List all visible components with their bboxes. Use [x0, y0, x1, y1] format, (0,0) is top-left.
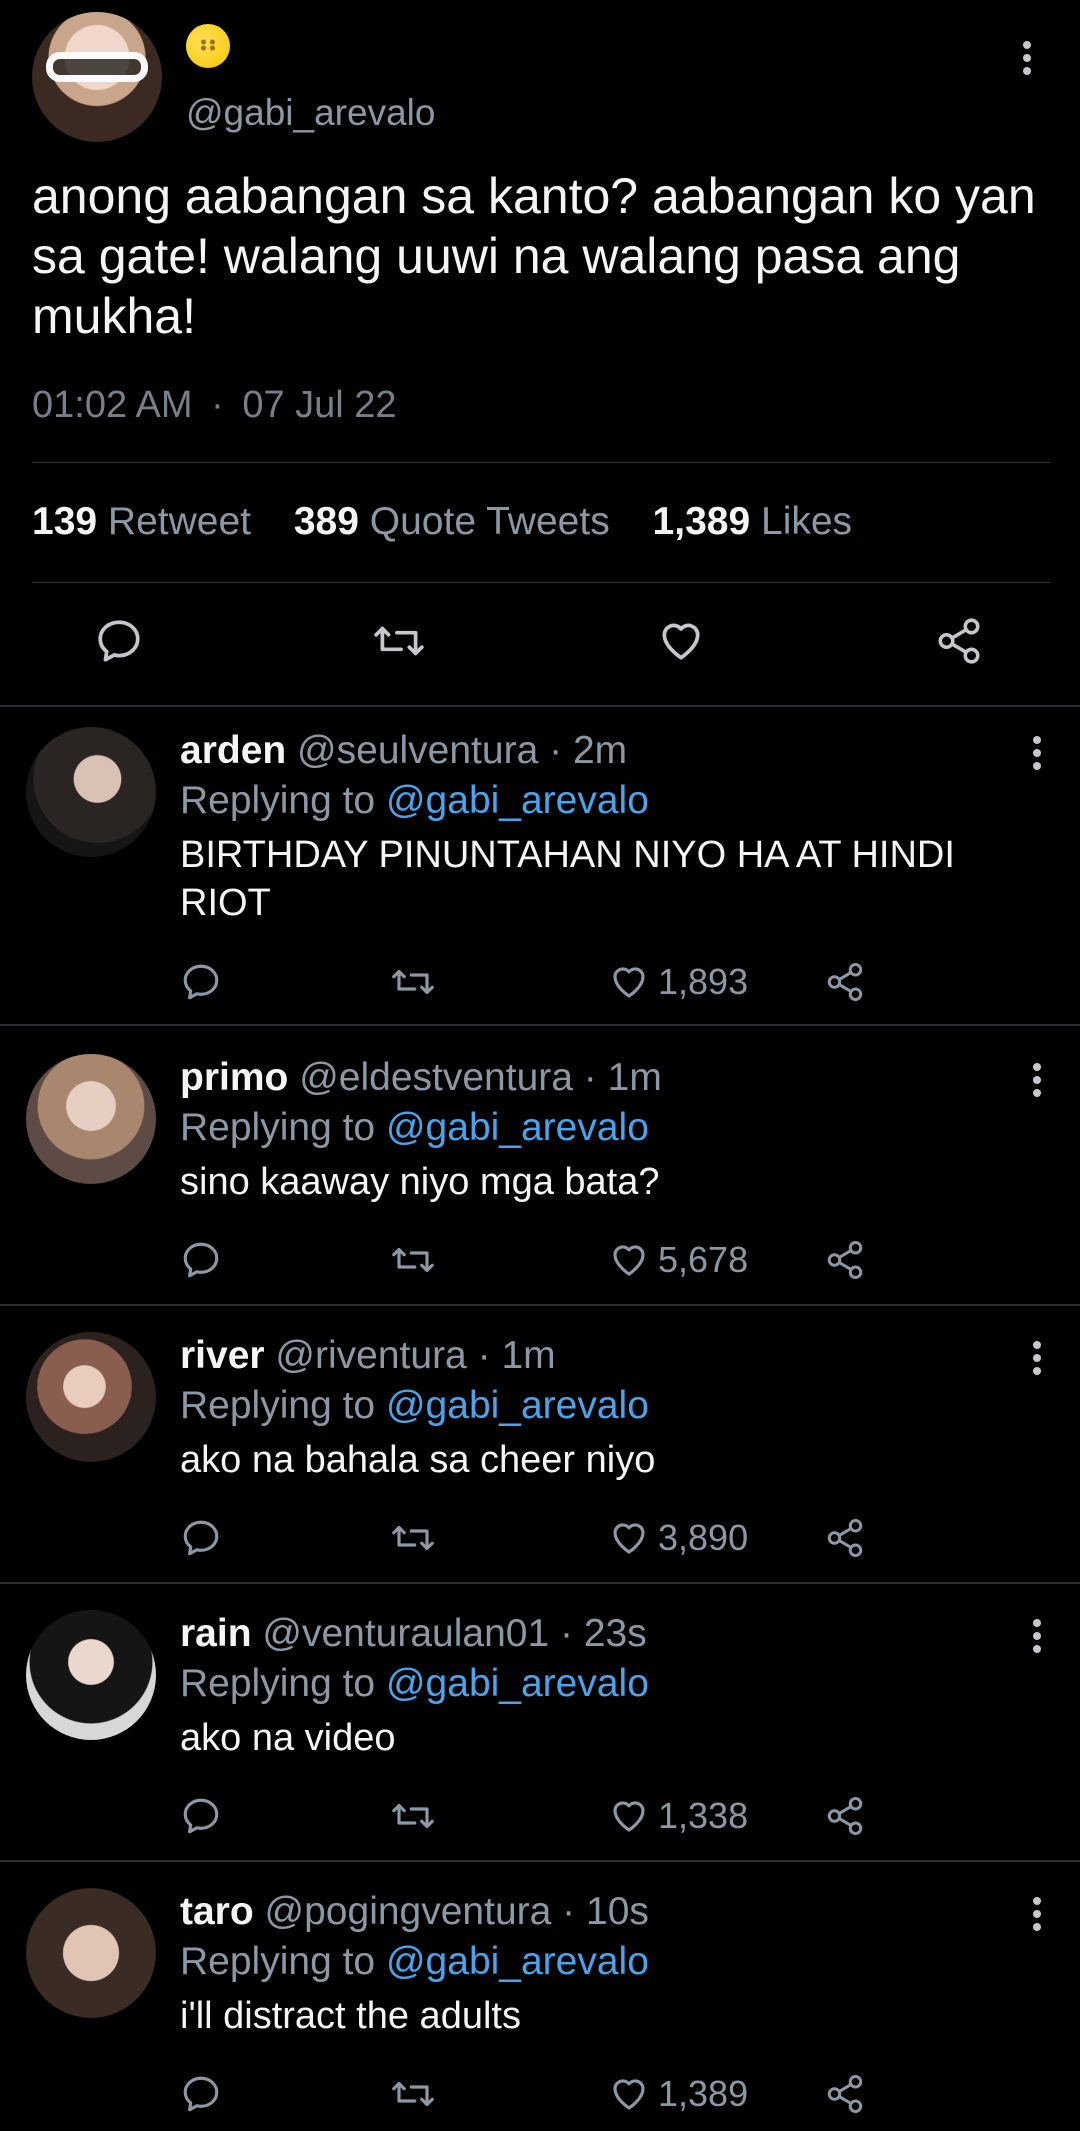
reply-item[interactable]: river @riventura · 1m Replying to @gabi_… — [0, 1312, 1080, 1590]
heart-icon — [662, 623, 700, 660]
retweet-button[interactable] — [390, 1795, 436, 1837]
likes-label: Likes — [761, 500, 853, 543]
reply-item[interactable]: taro @pogingventura · 10s Replying to @g… — [0, 1868, 1080, 2131]
avatar[interactable] — [32, 12, 162, 142]
heart-icon — [613, 967, 645, 998]
retweet-count: 139 — [32, 500, 98, 543]
share-button[interactable] — [824, 1239, 866, 1281]
share-icon — [827, 1241, 863, 1279]
main-tweet: @gabi_arevalo anong aabangan sa kanto? a… — [0, 0, 1080, 707]
retweet-label: Retweet — [107, 500, 251, 543]
retweet-stat[interactable]: 139 Retweet — [32, 500, 251, 543]
like-button[interactable] — [656, 616, 706, 666]
share-icon — [938, 618, 980, 664]
tweet-date: 07 Jul 22 — [242, 384, 397, 426]
emoji-badge-icon — [186, 24, 230, 68]
quote-count: 389 — [293, 500, 359, 543]
like-count: 5,678 — [658, 1239, 749, 1280]
share-icon — [827, 1797, 863, 1835]
share-icon — [827, 1519, 863, 1557]
reply-icon — [98, 620, 140, 662]
tweet-stats: 139 Retweet 389 Quote Tweets 1,389 Likes — [32, 500, 884, 544]
like-count: 1,338 — [658, 1795, 749, 1836]
divider — [32, 582, 1050, 583]
like-count: 1,893 — [658, 961, 749, 1002]
retweet-button[interactable] — [390, 1239, 436, 1281]
reply-button[interactable] — [180, 2073, 222, 2115]
divider — [0, 1024, 1080, 1026]
share-button[interactable] — [934, 616, 984, 666]
like-button[interactable]: 1,389 — [608, 2073, 748, 2115]
retweet-icon — [392, 1247, 434, 1273]
separator: · — [211, 384, 224, 426]
share-button[interactable] — [824, 1795, 866, 1837]
reply-icon — [183, 2076, 219, 2112]
likes-stat[interactable]: 1,389 Likes — [653, 500, 853, 543]
share-button[interactable] — [824, 1517, 866, 1559]
quote-label: Quote Tweets — [369, 500, 610, 543]
retweet-icon — [392, 1525, 434, 1551]
like-button[interactable]: 1,338 — [608, 1795, 748, 1837]
author-handle[interactable]: @gabi_arevalo — [186, 92, 435, 134]
reply-item[interactable]: arden @seulventura · 2m Replying to @gab… — [0, 707, 1080, 1002]
reply-actions: 1,389 — [0, 1868, 1080, 2131]
retweet-button[interactable] — [390, 961, 436, 1003]
retweet-icon — [392, 1803, 434, 1829]
like-button[interactable]: 1,893 — [608, 961, 748, 1003]
divider — [0, 1582, 1080, 1584]
like-button[interactable]: 3,890 — [608, 1517, 748, 1559]
quote-stat[interactable]: 389 Quote Tweets — [294, 500, 610, 543]
heart-icon — [613, 1245, 645, 1276]
more-icon[interactable] — [1012, 36, 1042, 76]
share-icon — [827, 963, 863, 1001]
retweet-icon — [374, 626, 424, 656]
reply-button[interactable] — [180, 1795, 222, 1837]
like-count: 1,389 — [658, 2073, 749, 2114]
tweet-text: anong aabangan sa kanto? aabangan ko yan… — [32, 168, 1036, 344]
reply-icon — [183, 1520, 219, 1556]
reply-icon — [183, 1798, 219, 1834]
retweet-button[interactable] — [372, 616, 426, 666]
share-button[interactable] — [824, 961, 866, 1003]
retweet-icon — [392, 969, 434, 995]
retweet-button[interactable] — [390, 2073, 436, 2115]
divider — [32, 462, 1050, 463]
reply-actions: 1,893 — [0, 707, 1080, 1002]
heart-icon — [613, 1801, 645, 1832]
retweet-icon — [392, 2081, 434, 2107]
reply-item[interactable]: rain @venturaulan01 · 23s Replying to @g… — [0, 1590, 1080, 1868]
like-count: 3,890 — [658, 1517, 749, 1558]
divider — [0, 1304, 1080, 1306]
share-icon — [827, 2075, 863, 2113]
tweet-actions — [0, 612, 1080, 676]
reply-actions: 3,890 — [0, 1312, 1080, 1590]
heart-icon — [613, 2079, 645, 2110]
retweet-button[interactable] — [390, 1517, 436, 1559]
reply-actions: 5,678 — [0, 1034, 1080, 1312]
reply-icon — [183, 964, 219, 1000]
heart-icon — [613, 1523, 645, 1554]
reply-button[interactable] — [180, 961, 222, 1003]
reply-button[interactable] — [180, 1517, 222, 1559]
tweet-time: 01:02 AM — [32, 384, 193, 426]
reply-actions: 1,338 — [0, 1590, 1080, 1868]
reply-button[interactable] — [94, 616, 144, 666]
likes-count: 1,389 — [652, 500, 751, 543]
share-button[interactable] — [824, 2073, 866, 2115]
like-button[interactable]: 5,678 — [608, 1239, 748, 1281]
divider — [0, 1860, 1080, 1862]
reply-item[interactable]: primo @eldestventura · 1m Replying to @g… — [0, 1034, 1080, 1312]
timestamp: 01:02 AM · 07 Jul 22 — [32, 384, 397, 427]
reply-button[interactable] — [180, 1239, 222, 1281]
reply-icon — [183, 1242, 219, 1278]
